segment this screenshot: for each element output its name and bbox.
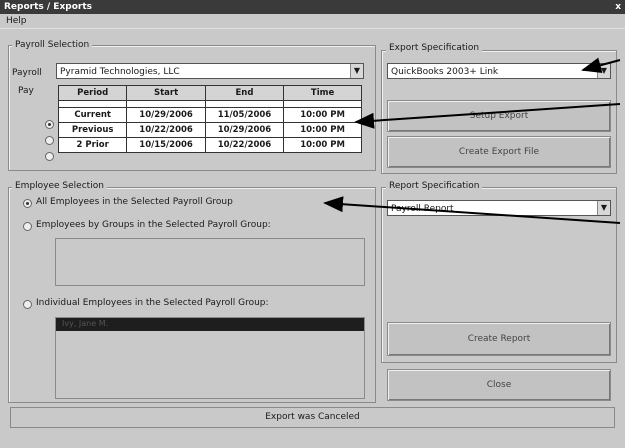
callout-arrow-employees-icon [323, 196, 621, 224]
callout-arrow-period-icon [354, 103, 621, 129]
reports-exports-window: Reports / Exports x Help Payroll Selecti… [0, 0, 625, 448]
callout-arrow-export-icon [581, 57, 621, 74]
callout-arrows [323, 57, 621, 224]
